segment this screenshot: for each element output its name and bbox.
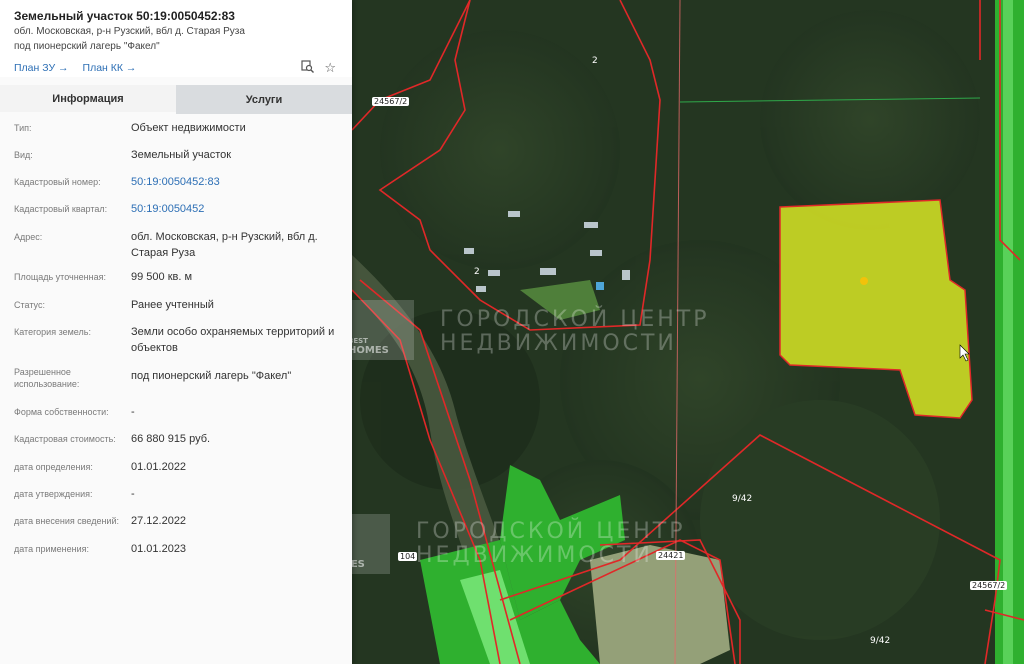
row-ownership: Форма собственности: - bbox=[0, 402, 352, 429]
row-value: под пионерский лагерь "Факел" bbox=[131, 370, 292, 382]
row-cadastral-quarter: Кадастровый квартал: 50:19:0050452 bbox=[0, 199, 352, 227]
cadastral-number-link[interactable]: 50:19:0050452:83 bbox=[131, 172, 220, 199]
row-value: 66 880 915 руб. bbox=[131, 433, 211, 445]
row-value: - bbox=[131, 488, 135, 500]
watermark-logo-top: BEST HOMES bbox=[344, 300, 414, 360]
row-value: 01.01.2022 bbox=[131, 461, 187, 473]
plan-links: План ЗУ → План КК → ☆ bbox=[14, 60, 338, 76]
row-application-date: дата применения: 01.01.2023 bbox=[0, 539, 352, 566]
panel-address: обл. Московская, р-н Рузский, вбл д. Ста… bbox=[14, 26, 245, 37]
row-key: Кадастровый квартал: bbox=[14, 204, 108, 214]
row-key: Кадастровая стоимость: bbox=[14, 434, 116, 444]
row-entry-date: дата внесения сведений: 27.12.2022 bbox=[0, 511, 352, 539]
row-permitted-use: Разрешенное использование: под пионерски… bbox=[0, 362, 352, 402]
row-key: дата утверждения: bbox=[14, 489, 93, 499]
star-icon[interactable]: ☆ bbox=[324, 60, 336, 76]
row-key: Вид: bbox=[14, 150, 33, 160]
row-value: - bbox=[131, 406, 135, 418]
row-determination-date: дата определения: 01.01.2022 bbox=[0, 457, 352, 484]
row-address: Адрес: обл. Московская, р-н Рузский, вбл… bbox=[0, 227, 352, 267]
row-key: Форма собственности: bbox=[14, 407, 109, 417]
row-key: Тип: bbox=[14, 123, 32, 133]
row-key: дата внесения сведений: bbox=[14, 516, 119, 526]
map-label-942-bottom: 9/42 bbox=[870, 636, 891, 646]
row-area: Площадь уточненная: 99 500 кв. м bbox=[0, 267, 352, 295]
row-key: Статус: bbox=[14, 300, 45, 310]
row-kind: Вид: Земельный участок bbox=[0, 145, 352, 172]
row-value: Земли особо охраняемых территорий и объе… bbox=[131, 326, 335, 354]
parcel-info-panel: Земельный участок 50:19:0050452:83 обл. … bbox=[0, 0, 352, 664]
row-value: обл. Московская, р-н Рузский, вбл д. Ста… bbox=[131, 231, 318, 259]
row-key: Категория земель: bbox=[14, 327, 91, 337]
plan-zu-link[interactable]: План ЗУ → bbox=[14, 62, 69, 74]
row-key: Площадь уточненная: bbox=[14, 272, 106, 282]
row-approval-date: дата утверждения: - bbox=[0, 484, 352, 511]
row-land-category: Категория земель: Земли особо охраняемых… bbox=[0, 322, 352, 362]
row-key: Разрешенное использование: bbox=[14, 367, 80, 389]
plan-kk-link[interactable]: План КК → bbox=[83, 62, 137, 74]
row-value: 27.12.2022 bbox=[131, 515, 187, 527]
parcel-marker[interactable] bbox=[860, 277, 868, 285]
row-type: Тип: Объект недвижимости bbox=[0, 118, 352, 145]
tab-services[interactable]: Услуги bbox=[176, 85, 352, 114]
map-label-24567-right: 24567/2 bbox=[970, 581, 1008, 590]
map-label-104: 104 bbox=[398, 552, 418, 561]
cadastral-quarter-link[interactable]: 50:19:0050452 bbox=[131, 199, 204, 227]
row-status: Статус: Ранее учтенный bbox=[0, 295, 352, 322]
row-key: дата применения: bbox=[14, 544, 90, 554]
panel-tabs: Информация Услуги bbox=[0, 85, 352, 114]
row-key: Адрес: bbox=[14, 232, 43, 242]
panel-header: Земельный участок 50:19:0050452:83 обл. … bbox=[0, 0, 352, 77]
row-value: Земельный участок bbox=[131, 149, 232, 161]
watermark-text-top: ГОРОДСКОЙ ЦЕНТР НЕДВИЖИМОСТИ bbox=[440, 307, 710, 356]
map-label-2-mid: 2 bbox=[474, 267, 480, 277]
row-value: Объект недвижимости bbox=[131, 122, 246, 134]
row-value: 99 500 кв. м bbox=[131, 271, 193, 283]
row-key: дата определения: bbox=[14, 462, 93, 472]
row-cadastral-number: Кадастровый номер: 50:19:0050452:83 bbox=[0, 172, 352, 199]
row-cadastral-value: Кадастровая стоимость: 66 880 915 руб. bbox=[0, 429, 352, 457]
row-value: 01.01.2023 bbox=[131, 543, 187, 555]
panel-usage: под пионерский лагерь "Факел" bbox=[14, 41, 160, 52]
row-value: Ранее учтенный bbox=[131, 299, 214, 311]
map-label-942-mid: 9/42 bbox=[732, 494, 753, 504]
panel-title: Земельный участок 50:19:0050452:83 bbox=[14, 9, 235, 23]
map-label-24567-left: 24567/2 bbox=[372, 97, 410, 106]
row-key: Кадастровый номер: bbox=[14, 177, 101, 187]
tab-info[interactable]: Информация bbox=[0, 85, 176, 114]
info-rows: Тип: Объект недвижимости Вид: Земельный … bbox=[0, 114, 352, 566]
map-label-2-top: 2 bbox=[592, 56, 598, 66]
search-map-icon[interactable] bbox=[301, 60, 315, 76]
watermark-text-bottom: ГОРОДСКОЙ ЦЕНТР НЕДВИЖИМОСТИ bbox=[416, 519, 686, 568]
